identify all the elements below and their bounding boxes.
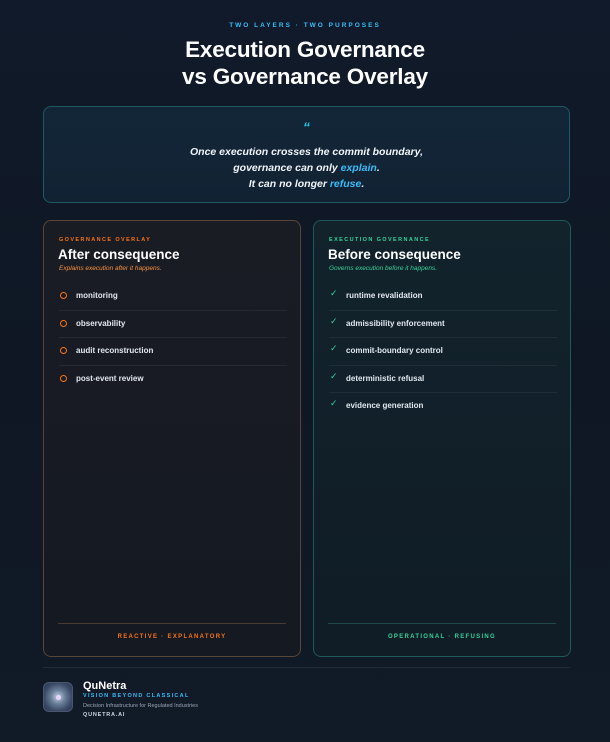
quote-line-2-prefix: governance can only	[233, 162, 341, 174]
website-link[interactable]: QUNETRA.AI	[83, 712, 125, 718]
circle-icon	[60, 292, 67, 299]
quote-line-1: Once execution crosses the commit bounda…	[189, 146, 423, 158]
card-eyebrow: EXECUTION GOVERNANCE	[329, 237, 431, 243]
list-item: post-event review	[59, 366, 287, 394]
checkmark-icon: ✓	[330, 316, 338, 327]
card-title: Before consequence	[328, 247, 461, 262]
card-title: After consequence	[58, 247, 180, 262]
footer-divider	[43, 667, 570, 668]
brand-tagline: VISION BEYOND CLASSICAL	[83, 693, 190, 699]
brand-name: QuNetra	[83, 680, 127, 692]
card-footer-divider	[328, 623, 556, 624]
checkmark-icon: ✓	[330, 289, 338, 299]
qunetra-logo-icon	[43, 682, 73, 712]
logo-dot	[56, 695, 61, 700]
card-footer-label: OPERATIONAL · REFUSING	[387, 634, 497, 640]
quote-line-3-suffix: .	[361, 178, 365, 190]
governance-overlay-card: GOVERNANCE OVERLAY After consequence Exp…	[43, 220, 301, 657]
quote-line-2-suffix: .	[376, 162, 380, 174]
list-item: ✓ runtime revalidation	[329, 283, 557, 311]
quote-highlight-refuse: refuse	[329, 178, 362, 190]
circle-icon	[60, 319, 67, 327]
checkmark-icon: ✓	[330, 344, 338, 354]
list-item-label: commit-boundary control	[346, 346, 443, 355]
overlay-item-list: monitoring observability audit reconstru…	[59, 283, 287, 393]
list-item: audit reconstruction	[59, 338, 287, 366]
circle-icon	[60, 347, 67, 354]
quote-box: “ Once execution crosses the commit boun…	[43, 106, 570, 203]
governance-item-list: ✓ runtime revalidation ✓ admissibility enf…	[329, 283, 557, 421]
card-subtitle: Governs execution before it happens.	[329, 265, 438, 272]
list-item-label: evidence generation	[346, 401, 424, 410]
list-item: ✓ admissibility enforcement	[329, 311, 557, 338]
card-footer-label: REACTIVE · EXPLANATORY	[117, 634, 227, 640]
list-item-label: admissibility enforcement	[346, 318, 445, 328]
checkmark-icon: ✓	[330, 371, 338, 382]
card-subtitle: Explains execution after it happens.	[59, 265, 162, 272]
circle-icon	[60, 374, 67, 382]
list-item-label: audit reconstruction	[76, 346, 154, 355]
card-eyebrow: GOVERNANCE OVERLAY	[59, 237, 152, 243]
checkmark-icon: ✓	[330, 399, 338, 409]
title-line-1: Execution Governance	[185, 37, 425, 62]
title-line-2: vs Governance Overlay	[182, 64, 428, 89]
brand-description: Decision Infrastructure for Regulated In…	[83, 703, 198, 709]
execution-governance-card: EXECUTION GOVERNANCE Before consequence …	[313, 220, 571, 657]
list-item: monitoring	[59, 283, 287, 311]
quote-text: Once execution crosses the commit bounda…	[44, 144, 569, 192]
list-item-label: post-event review	[76, 373, 144, 383]
quote-line-2: governance can only explain.	[44, 160, 569, 176]
card-footer-divider	[58, 623, 286, 624]
list-item-label: deterministic refusal	[346, 373, 425, 383]
list-item-label: runtime revalidation	[346, 291, 423, 300]
quote-highlight-explain: explain	[340, 162, 377, 174]
quote-line-3: It can no longer refuse.	[44, 176, 569, 192]
list-item: observability	[59, 311, 287, 338]
page-title: Execution Governance vs Governance Overl…	[0, 36, 610, 90]
list-item-label: observability	[76, 318, 126, 328]
quote-mark-icon: “	[303, 119, 310, 135]
list-item-label: monitoring	[76, 291, 118, 300]
list-item: ✓ deterministic refusal	[329, 366, 557, 393]
quote-line-3-prefix: It can no longer	[248, 178, 330, 190]
header-eyebrow: TWO LAYERS · TWO PURPOSES	[229, 22, 381, 29]
list-item: ✓ commit-boundary control	[329, 338, 557, 366]
page: TWO LAYERS · TWO PURPOSES Execution Gove…	[0, 0, 610, 742]
list-item: ✓ evidence generation	[329, 393, 557, 421]
